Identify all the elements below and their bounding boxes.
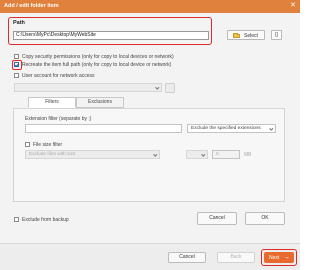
select-button-label: Select xyxy=(244,33,258,39)
wizard-back-button[interactable]: Back xyxy=(217,252,255,263)
select-folder-button[interactable]: Select xyxy=(227,30,265,40)
chevron-down-icon xyxy=(201,152,206,156)
path-input[interactable]: C:\Users\MyPc\Desktop\MyWebSite xyxy=(13,31,209,40)
window-title: Add / edit folder item xyxy=(4,3,59,9)
chevron-down-icon xyxy=(155,85,160,89)
copy-security-checkbox[interactable] xyxy=(14,54,19,59)
path-label: Path xyxy=(13,20,25,26)
exclude-from-backup-checkbox[interactable] xyxy=(14,217,19,222)
file-size-checkbox[interactable] xyxy=(25,142,30,147)
variables-button[interactable]: {} xyxy=(271,30,282,40)
dialog-content: Path C:\Users\MyPc\Desktop\MyWebSite Sel… xyxy=(0,13,300,243)
user-account-edit-button[interactable] xyxy=(165,83,175,93)
extension-mode-dropdown[interactable]: Exclude the specified extensions xyxy=(187,124,276,133)
chevron-down-icon xyxy=(269,126,274,130)
wizard-next-button[interactable]: Next → xyxy=(264,252,294,263)
user-account-label: User account for network access xyxy=(22,73,95,79)
dialog-ok-button[interactable]: OK xyxy=(245,212,285,225)
exclude-from-backup-label: Exclude from backup xyxy=(22,217,69,223)
file-size-value: 0 xyxy=(216,152,219,157)
extension-filter-input[interactable] xyxy=(25,124,182,133)
file-size-mode-dropdown[interactable]: Exclude files with size xyxy=(25,150,160,159)
recreate-full-path-label: Recreate the item full path (only for co… xyxy=(22,62,172,68)
file-size-mode-value: Exclude files with size xyxy=(29,152,76,157)
dialog-cancel-button[interactable]: Cancel xyxy=(197,212,237,225)
close-icon[interactable]: ✕ xyxy=(290,2,296,10)
wizard-cancel-button[interactable]: Cancel xyxy=(168,252,206,263)
next-button-label: Next xyxy=(269,255,280,261)
file-size-operator-dropdown[interactable] xyxy=(186,150,208,159)
recreate-full-path-checkbox[interactable] xyxy=(14,62,19,67)
tab-filters[interactable]: Filters xyxy=(28,97,76,108)
wizard-footer xyxy=(0,243,300,270)
chevron-down-icon xyxy=(153,152,158,156)
extension-mode-value: Exclude the specified extensions xyxy=(191,126,261,131)
folder-icon xyxy=(233,32,240,38)
title-bar: Add / edit folder item ✕ xyxy=(0,0,300,13)
file-size-label: File size filter xyxy=(33,142,63,148)
file-size-value-input[interactable]: 0 xyxy=(212,150,240,159)
copy-security-label: Copy security permissions (only for copy… xyxy=(22,54,174,60)
user-account-dropdown[interactable] xyxy=(14,83,162,92)
file-size-unit: MB xyxy=(244,152,252,158)
tab-exclusions[interactable]: Exclusions xyxy=(76,97,124,108)
extension-filter-label: Extension filter (separate by ;) xyxy=(25,116,92,122)
arrow-right-icon: → xyxy=(283,254,290,261)
user-account-checkbox[interactable] xyxy=(14,73,19,78)
